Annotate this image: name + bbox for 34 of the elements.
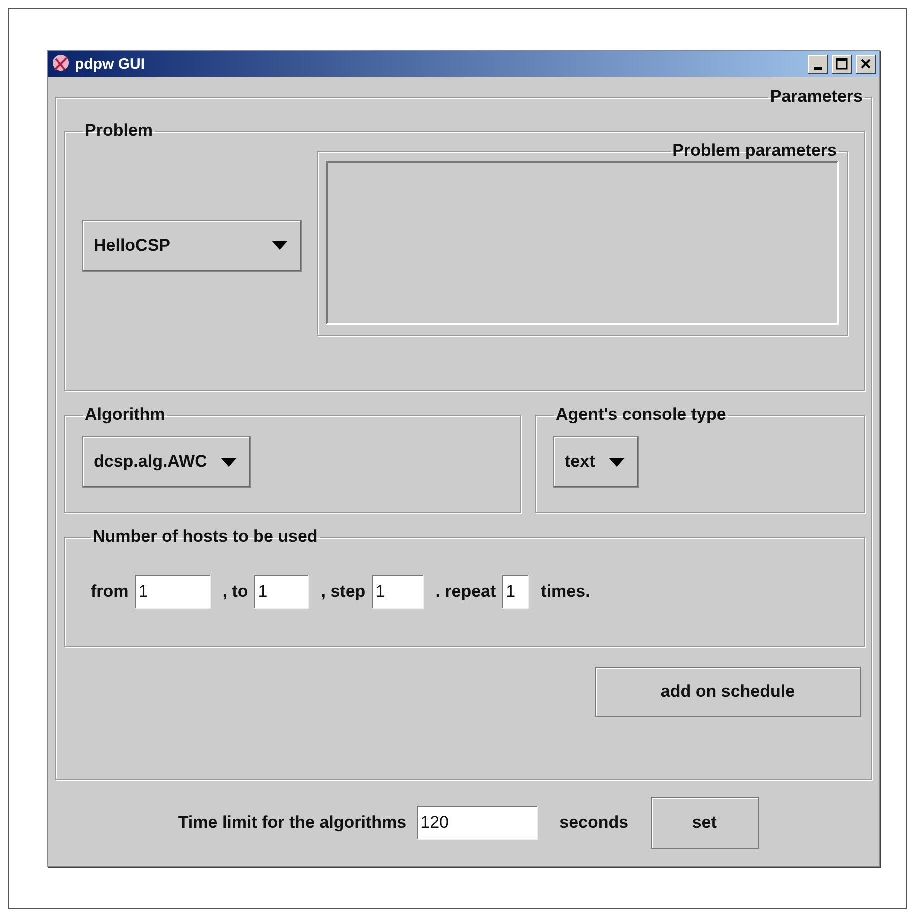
number-field[interactable]: 1 bbox=[254, 575, 310, 609]
group-title: Problem bbox=[84, 121, 154, 141]
group-title: Agent's console type bbox=[555, 405, 728, 425]
group-title: Number of hosts to be used bbox=[92, 527, 319, 547]
group-title: Algorithm bbox=[84, 405, 166, 425]
set-button[interactable]: set bbox=[650, 797, 759, 849]
group-title: Problem parameters bbox=[672, 141, 838, 161]
add-on-schedule-button[interactable]: add on schedule bbox=[595, 667, 861, 717]
field-label: , step bbox=[321, 582, 366, 602]
number-field[interactable]: 1 bbox=[502, 575, 530, 609]
number-field[interactable]: 1 bbox=[134, 575, 211, 609]
maximize-icon bbox=[836, 58, 848, 70]
problem-dropdown[interactable]: HelloCSP bbox=[83, 220, 301, 270]
unit-label: seconds bbox=[560, 813, 629, 833]
maximize-button[interactable] bbox=[832, 54, 852, 74]
app-icon bbox=[51, 54, 71, 74]
window-title: pdpw GUI bbox=[75, 56, 146, 72]
caret-icon bbox=[221, 458, 238, 466]
field-label: . repeat bbox=[436, 582, 496, 602]
algorithm-dropdown[interactable]: dcsp.alg.AWC bbox=[83, 437, 250, 487]
caret-icon bbox=[272, 241, 288, 250]
close-icon bbox=[860, 58, 872, 70]
console-type-dropdown[interactable]: text bbox=[554, 437, 638, 487]
field-label: , to bbox=[222, 582, 248, 602]
minimize-button[interactable] bbox=[808, 54, 828, 74]
number-field[interactable]: 1 bbox=[372, 575, 424, 609]
field-label: times. bbox=[541, 582, 590, 602]
field-label: from bbox=[91, 582, 129, 602]
close-button[interactable] bbox=[856, 54, 876, 74]
panel-title: Parameters bbox=[769, 87, 864, 107]
field-label: Time limit for the algorithms bbox=[178, 813, 407, 833]
caret-icon bbox=[609, 458, 626, 466]
minimize-icon bbox=[814, 66, 822, 70]
time-limit-field[interactable]: 120 bbox=[416, 806, 538, 840]
